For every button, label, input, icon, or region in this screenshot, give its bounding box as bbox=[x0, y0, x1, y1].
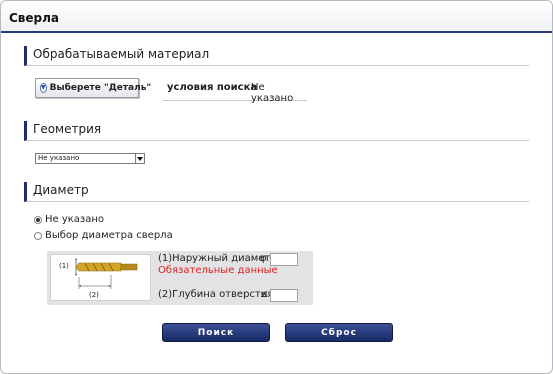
radio-select-diameter[interactable]: Выбор диаметра сверла bbox=[34, 230, 173, 241]
dropdown-arrow-icon bbox=[135, 154, 144, 163]
geometry-select-value: Не указано bbox=[38, 154, 80, 162]
diameter-heading-text: Диаметр bbox=[33, 183, 89, 197]
search-button[interactable]: Поиск bbox=[162, 323, 270, 342]
material-section-heading: Обрабатываемый материал bbox=[24, 46, 529, 66]
less-equal-symbol: ≤ bbox=[260, 289, 269, 300]
geometry-heading-text: Геометрия bbox=[33, 122, 102, 136]
radio-select-diameter-label: Выбор диаметра сверла bbox=[45, 230, 173, 241]
search-conditions: условия поиска Не указано bbox=[163, 77, 307, 104]
select-part-label: Выберете "Деталь" bbox=[49, 83, 152, 93]
radio-dot-icon bbox=[34, 231, 42, 240]
geometry-section-heading: Геометрия bbox=[24, 121, 529, 141]
hole-depth-label: (2)Глубина отверстия bbox=[158, 289, 274, 300]
diagram-label-2: (2) bbox=[89, 291, 99, 299]
search-conditions-value: Не указано bbox=[251, 82, 294, 104]
material-heading-text: Обрабатываемый материал bbox=[33, 47, 210, 61]
required-note: Обязательные данные bbox=[158, 265, 278, 276]
reset-button[interactable]: Сброс bbox=[285, 323, 393, 342]
radio-not-specified[interactable]: Не указано bbox=[34, 214, 104, 225]
radio-not-specified-label: Не указано bbox=[45, 214, 105, 225]
drill-diagram: (1) (2) bbox=[50, 254, 151, 301]
geometry-select[interactable]: Не указано bbox=[35, 153, 145, 164]
outer-diameter-label: (1)Наружный диаметр bbox=[158, 253, 277, 264]
diagram-label-1: (1) bbox=[59, 262, 69, 270]
diameter-section-heading: Диаметр bbox=[24, 182, 529, 202]
select-part-button[interactable]: ▼ Выберете "Деталь" bbox=[35, 78, 151, 98]
radio-dot-icon bbox=[34, 215, 42, 224]
search-conditions-label: условия поиска bbox=[167, 82, 258, 93]
hole-depth-input[interactable] bbox=[270, 289, 298, 302]
title-bar: Сверла bbox=[1, 1, 552, 33]
chevron-down-icon: ▼ bbox=[40, 83, 47, 93]
drill-icon: (1) (2) bbox=[59, 258, 138, 299]
page-title: Сверла bbox=[9, 11, 60, 25]
diameter-symbol: φ bbox=[260, 253, 267, 264]
drill-search-window: Сверла Обрабатываемый материал ▼ Выберет… bbox=[0, 0, 553, 374]
